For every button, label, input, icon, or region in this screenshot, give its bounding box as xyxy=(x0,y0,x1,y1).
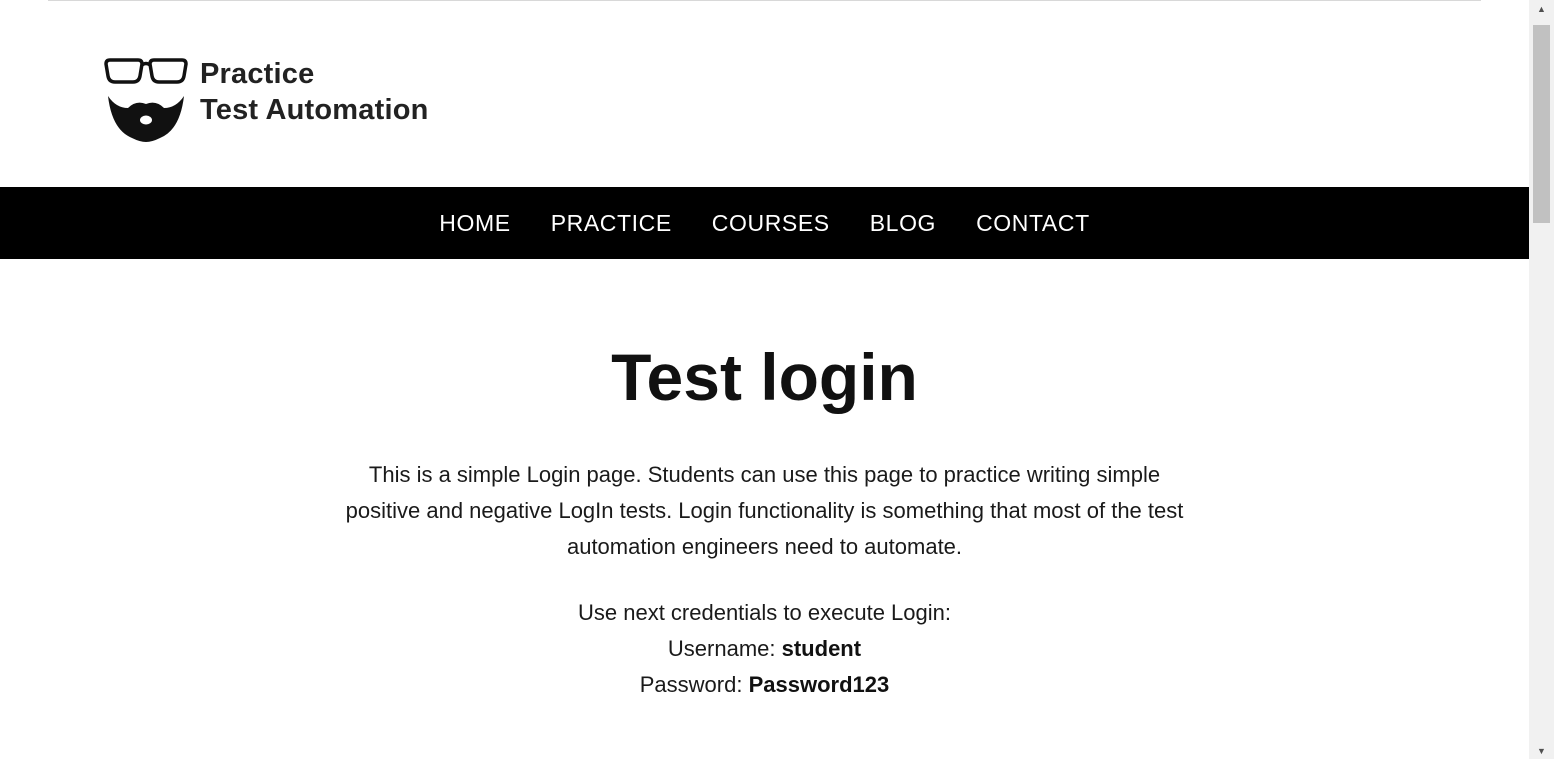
nav-item-blog[interactable]: BLOG xyxy=(850,187,956,259)
scroll-down-arrow-icon[interactable]: ▼ xyxy=(1529,742,1554,759)
site-header: Practice Test Automation xyxy=(0,0,1529,187)
username-line: Username: student xyxy=(0,631,1529,667)
credentials-block: Use next credentials to execute Login: U… xyxy=(0,595,1529,703)
site-logo[interactable]: Practice Test Automation xyxy=(104,56,429,144)
password-value: Password123 xyxy=(748,672,890,697)
logo-line-2: Test Automation xyxy=(200,94,429,126)
intro-paragraph: This is a simple Login page. Students ca… xyxy=(345,462,1184,559)
nav-item-practice[interactable]: PRACTICE xyxy=(531,187,692,259)
logo-line-1: Practice xyxy=(200,58,315,90)
logo-text: Practice Test Automation xyxy=(200,56,429,128)
username-label: Username: xyxy=(667,636,776,661)
vertical-scrollbar[interactable]: ▲ ▼ xyxy=(1529,0,1554,759)
password-line: Password: Password123 xyxy=(0,667,1529,703)
nav-item-courses[interactable]: COURSES xyxy=(692,187,850,259)
password-label: Password: xyxy=(639,672,743,697)
main-content: Test login This is a simple Login page. … xyxy=(0,259,1529,703)
scroll-thumb[interactable] xyxy=(1533,25,1550,223)
main-navigation: HOME PRACTICE COURSES BLOG CONTACT xyxy=(0,187,1529,259)
glasses-beard-logo-icon xyxy=(104,58,188,142)
page: Practice Test Automation HOME PRACTICE C… xyxy=(0,0,1529,759)
scroll-up-arrow-icon[interactable]: ▲ xyxy=(1529,0,1554,17)
nav-item-home[interactable]: HOME xyxy=(419,187,530,259)
page-title: Test login xyxy=(611,340,918,414)
username-value: student xyxy=(781,636,862,661)
credentials-intro: Use next credentials to execute Login: xyxy=(577,600,951,625)
nav-item-contact[interactable]: CONTACT xyxy=(956,187,1110,259)
